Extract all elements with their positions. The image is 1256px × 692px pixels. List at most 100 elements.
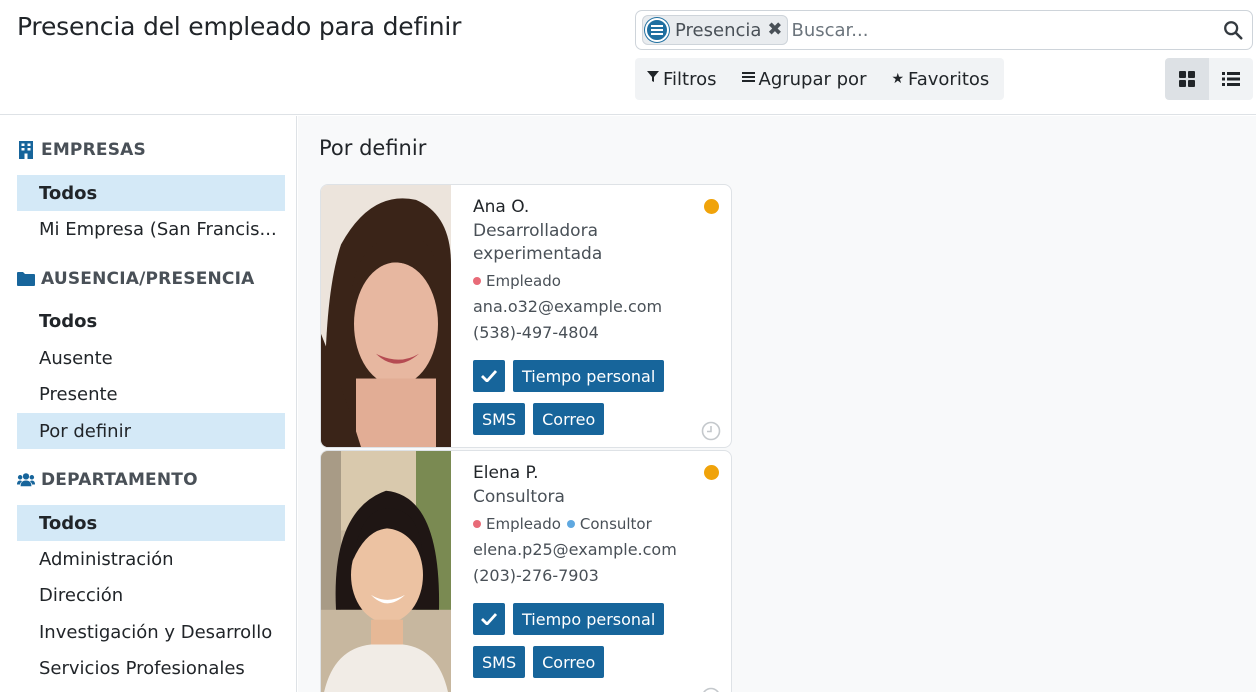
sidebar-item-label: Investigación y Desarrollo — [39, 621, 273, 643]
sidebar-item-label: Dirección — [39, 584, 124, 606]
tag-color-dot — [473, 277, 481, 285]
search-icon[interactable] — [1222, 19, 1244, 41]
card-button-row: SMS Correo — [473, 403, 723, 435]
building-icon — [17, 141, 35, 159]
sidebar-item-label: Todos — [39, 512, 98, 534]
sidebar-item-company-mi-empresa[interactable]: Mi Empresa (San Francis... — [17, 211, 285, 247]
sidebar-item-label: Mi Empresa (San Francis... — [39, 218, 277, 240]
search-input[interactable] — [791, 15, 1252, 45]
view-switcher — [1165, 58, 1253, 100]
section-title: EMPRESAS — [41, 140, 146, 160]
clock-icon[interactable] — [701, 687, 721, 692]
sidebar-item-professional-services[interactable]: Servicios Profesionales — [17, 650, 285, 686]
filter-facet-icon — [645, 18, 669, 42]
employee-card[interactable]: Elena P. Consultora Empleado Consultor e… — [320, 450, 732, 692]
sms-button[interactable]: SMS — [473, 646, 526, 678]
presence-status-dot — [704, 199, 719, 214]
kanban-view-button[interactable] — [1165, 58, 1209, 100]
sidebar-item-to-define[interactable]: Por definir — [17, 413, 285, 449]
favorites-label: Favoritos — [908, 68, 990, 90]
search-facet[interactable]: Presencia ✖ — [642, 15, 788, 45]
employee-email: elena.p25@example.com — [473, 540, 677, 559]
sidebar-item-research-development[interactable]: Investigación y Desarrollo — [17, 614, 285, 650]
tag-employee: Empleado — [473, 272, 561, 290]
sidebar-item-companies-all[interactable]: Todos — [17, 175, 285, 211]
funnel-icon — [647, 71, 659, 87]
sidebar-item-label: Todos — [39, 182, 98, 204]
employee-tags: Empleado — [473, 272, 723, 290]
sidebar-item-label: Ausente — [39, 347, 113, 369]
sidebar-item-department-all[interactable]: Todos — [17, 505, 285, 541]
search-bar[interactable]: Presencia ✖ — [635, 10, 1253, 50]
list-view-button[interactable] — [1209, 58, 1253, 100]
tag-label: Consultor — [579, 515, 652, 533]
card-button-row: Tiempo personal — [473, 603, 723, 635]
employee-card[interactable]: Ana O. Desarrolladora experimentada Empl… — [320, 184, 732, 448]
tag-label: Empleado — [486, 272, 561, 290]
folder-icon — [17, 270, 35, 288]
employee-tags: Empleado Consultor — [473, 515, 723, 533]
sidebar-item-administration[interactable]: Administración — [17, 541, 285, 577]
sidebar-item-presence-all[interactable]: Todos — [17, 303, 285, 339]
clock-icon[interactable] — [701, 421, 721, 441]
sidebar-item-management[interactable]: Dirección — [17, 577, 285, 613]
search-panel-sidebar: EMPRESAS Todos Mi Empresa (San Francis..… — [0, 116, 297, 692]
groupby-button[interactable]: Agrupar por — [741, 68, 867, 90]
card-button-row: SMS Correo — [473, 646, 723, 678]
remove-facet-icon[interactable]: ✖ — [767, 21, 782, 39]
favorites-button[interactable]: ★ Favoritos — [891, 69, 989, 90]
check-icon — [481, 370, 497, 382]
kanban-group-title: Por definir — [319, 136, 427, 160]
sms-button[interactable]: SMS — [473, 403, 526, 435]
personal-time-button[interactable]: Tiempo personal — [513, 603, 665, 635]
section-header-department: DEPARTAMENTO — [17, 470, 198, 490]
tag-label: Empleado — [486, 515, 561, 533]
check-in-button[interactable] — [473, 360, 505, 392]
employee-photo — [321, 185, 451, 447]
email-button[interactable]: Correo — [533, 646, 605, 678]
employee-email: ana.o32@example.com — [473, 297, 663, 316]
sidebar-item-label: Por definir — [39, 420, 131, 442]
star-icon: ★ — [891, 71, 905, 87]
section-header-companies: EMPRESAS — [17, 140, 146, 160]
sidebar-item-absent[interactable]: Ausente — [17, 340, 285, 376]
bars-icon — [741, 71, 755, 87]
card-button-row: Tiempo personal — [473, 360, 723, 392]
employee-job-title: Consultora — [473, 487, 565, 507]
employee-phone: (203)-276-7903 — [473, 566, 599, 585]
section-title: AUSENCIA/PRESENCIA — [41, 269, 255, 289]
employee-phone: (538)-497-4804 — [473, 323, 599, 342]
filters-bar: Filtros Agrupar por ★ Favoritos — [635, 58, 1004, 100]
sidebar-item-label: Todos — [39, 310, 98, 332]
sidebar-item-label: Servicios Profesionales — [39, 657, 245, 679]
card-body: Elena P. Consultora Empleado Consultor e… — [473, 463, 723, 678]
list-icon — [1222, 72, 1240, 86]
presence-status-dot — [704, 465, 719, 480]
employee-name: Ana O. — [473, 197, 530, 217]
control-panel: Presencia del empleado para definir Pres… — [0, 0, 1256, 115]
tag-color-dot — [473, 520, 481, 528]
card-body: Ana O. Desarrolladora experimentada Empl… — [473, 197, 723, 435]
tag-consultant: Consultor — [566, 515, 652, 533]
sidebar-item-present[interactable]: Presente — [17, 376, 285, 412]
section-title: DEPARTAMENTO — [41, 470, 198, 490]
check-in-button[interactable] — [473, 603, 505, 635]
filters-label: Filtros — [663, 68, 717, 90]
employee-photo — [321, 451, 451, 692]
check-icon — [481, 613, 497, 625]
page-title: Presencia del empleado para definir — [17, 12, 462, 41]
filters-button[interactable]: Filtros — [647, 69, 717, 90]
sidebar-item-label: Presente — [39, 383, 118, 405]
groupby-label: Agrupar por — [758, 68, 867, 90]
personal-time-button[interactable]: Tiempo personal — [513, 360, 665, 392]
facet-label: Presencia — [675, 19, 762, 41]
sidebar-item-label: Administración — [39, 548, 174, 570]
employee-job-title: Desarrolladora experimentada — [473, 221, 603, 264]
users-icon — [17, 471, 35, 489]
kanban-view: Por definir Ana O. Desarrolladora experi… — [298, 116, 1256, 692]
employee-name: Elena P. — [473, 463, 539, 483]
section-header-presence: AUSENCIA/PRESENCIA — [17, 269, 255, 289]
tag-employee: Empleado — [473, 515, 561, 533]
tag-color-dot — [566, 520, 575, 528]
email-button[interactable]: Correo — [533, 403, 605, 435]
